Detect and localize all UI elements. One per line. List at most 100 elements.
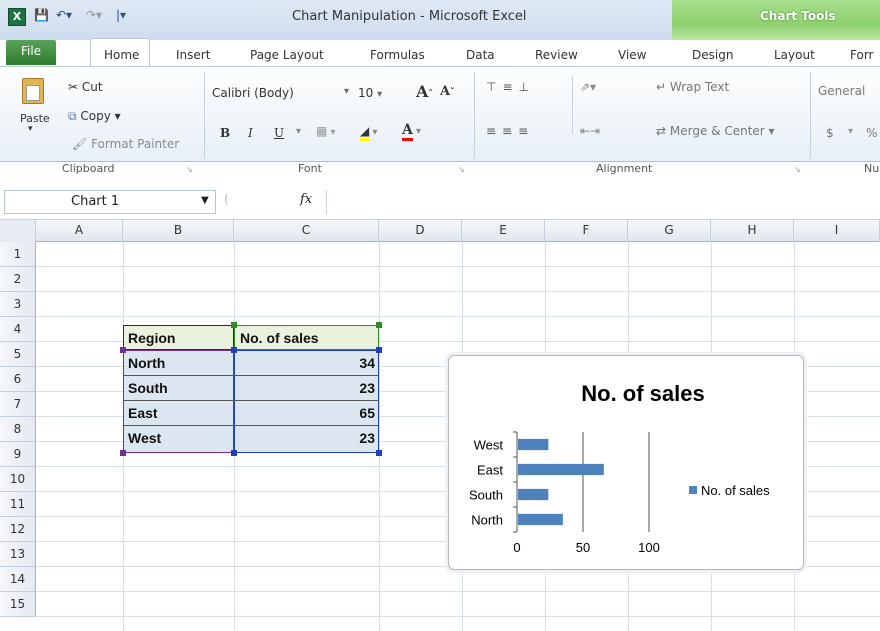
table-header-region[interactable]: Region (124, 326, 179, 351)
wrap-text-button[interactable]: ↵ Wrap Text (656, 80, 729, 94)
range-handle[interactable] (231, 450, 237, 456)
shrink-font-icon[interactable]: Aˇ (440, 84, 455, 99)
vertical-align-icons[interactable]: ⊤≡⊥ (486, 80, 535, 94)
column-header-a[interactable]: A (36, 220, 123, 242)
range-handle[interactable] (376, 347, 382, 353)
chart-object[interactable]: No. of sales 0 50 100 North South East West No. … (448, 355, 804, 570)
cell-region-east[interactable]: East (124, 401, 162, 426)
paste-dropdown-icon[interactable]: ▾ (28, 124, 33, 134)
column-header-i[interactable]: I (794, 220, 880, 242)
format-painter-button[interactable]: 🖌 Format Painter (72, 137, 179, 151)
merge-center-button[interactable]: ⇄ Merge & Center ▾ (656, 124, 775, 138)
currency-dropdown-icon[interactable]: ▾ (848, 126, 853, 137)
row-header-5[interactable]: 5 (0, 342, 36, 367)
column-header-g[interactable]: G (628, 220, 711, 242)
row-header-4[interactable]: 4 (0, 317, 36, 342)
column-header-b[interactable]: B (123, 220, 234, 242)
underline-button[interactable]: U (274, 126, 284, 140)
tab-home[interactable]: Home (104, 48, 139, 62)
excel-app-icon[interactable]: X (8, 8, 26, 26)
formula-input[interactable] (326, 190, 880, 214)
column-header-e[interactable]: E (462, 220, 545, 242)
clipboard-launcher-icon[interactable]: ↘ (186, 165, 193, 174)
range-handle[interactable] (120, 450, 126, 456)
tab-insert[interactable]: Insert (176, 48, 210, 62)
cell-region-north[interactable]: North (124, 351, 169, 376)
row-header-1[interactable]: 1 (0, 242, 36, 267)
underline-dropdown-icon[interactable]: ▾ (296, 126, 301, 137)
row-header-14[interactable]: 14 (0, 567, 36, 592)
range-handle[interactable] (376, 322, 382, 328)
cell-sales-south[interactable]: 23 (234, 376, 379, 401)
name-box[interactable]: Chart 1 ▼ (4, 190, 216, 214)
column-header-d[interactable]: D (379, 220, 462, 242)
indent-icons[interactable]: ⇤⇥ (580, 124, 600, 138)
chart-title: No. of sales (581, 381, 704, 406)
italic-button[interactable]: I (248, 126, 253, 140)
row-header-8[interactable]: 8 (0, 417, 36, 442)
formula-bar-resize-icon[interactable]: ( (224, 192, 229, 206)
tab-file[interactable]: File (6, 40, 56, 65)
column-header-c[interactable]: C (234, 220, 379, 242)
column-header-h[interactable]: H (711, 220, 794, 242)
paste-button[interactable]: Paste (20, 112, 50, 125)
bold-button[interactable]: B (220, 126, 230, 140)
row-header-3[interactable]: 3 (0, 292, 36, 317)
percent-button[interactable]: % (866, 126, 877, 140)
tab-formulas[interactable]: Formulas (370, 48, 425, 62)
tab-view[interactable]: View (618, 48, 646, 62)
cut-button[interactable]: ✂ Cut (68, 80, 103, 94)
fill-color-icon[interactable]: ◢ ▾ (360, 124, 377, 141)
cell-sales-east[interactable]: 65 (234, 401, 379, 426)
row-header-10[interactable]: 10 (0, 467, 36, 492)
grow-font-icon[interactable]: Aˆ (416, 82, 433, 101)
range-handle[interactable] (120, 347, 126, 353)
paste-icon[interactable] (22, 78, 44, 104)
range-handle[interactable] (376, 450, 382, 456)
insert-function-icon[interactable]: fx (300, 192, 312, 207)
row-header-12[interactable]: 12 (0, 517, 36, 542)
table-header-sales[interactable]: No. of sales (236, 326, 323, 351)
font-name-value: Calibri (Body) (212, 86, 294, 100)
currency-button[interactable]: $ (826, 126, 834, 140)
row-header-11[interactable]: 11 (0, 492, 36, 517)
row-header-15[interactable]: 15 (0, 592, 36, 617)
tab-review[interactable]: Review (535, 48, 578, 62)
column-header-f[interactable]: F (545, 220, 628, 242)
tab-layout[interactable]: Layout (774, 48, 815, 62)
font-size-dropdown[interactable]: 10 ▾ (358, 86, 382, 100)
row-header-2[interactable]: 2 (0, 267, 36, 292)
horizontal-align-icons[interactable]: ≡≡≡ (486, 124, 534, 138)
font-launcher-icon[interactable]: ↘ (458, 165, 465, 174)
cell-sales-west[interactable]: 23 (234, 426, 379, 451)
font-color-icon[interactable]: A ▾ (402, 122, 421, 141)
row-header-13[interactable]: 13 (0, 542, 36, 567)
borders-icon[interactable]: ▦ ▾ (316, 124, 336, 138)
y-tick-label: North (471, 513, 503, 528)
customize-qat-icon[interactable]: |▾ (116, 8, 126, 22)
range-handle[interactable] (231, 322, 237, 328)
alignment-launcher-icon[interactable]: ↘ (794, 165, 801, 174)
undo-icon[interactable]: ↶▾ (56, 8, 72, 22)
merge-center-label: Merge & Center ▾ (669, 124, 775, 138)
cell-sales-north[interactable]: 34 (234, 351, 379, 376)
row-header-9[interactable]: 9 (0, 442, 36, 467)
tab-data[interactable]: Data (466, 48, 495, 62)
cell-region-south[interactable]: South (124, 376, 172, 401)
save-icon[interactable]: 💾 (34, 8, 49, 22)
orientation-icon[interactable]: ⇗▾ (580, 80, 596, 94)
number-format-dropdown[interactable]: General (818, 84, 865, 98)
copy-button[interactable]: ⧉ Copy ▾ (68, 109, 121, 124)
name-box-chevron-icon[interactable]: ▼ (201, 195, 209, 206)
range-handle[interactable] (231, 347, 237, 353)
font-name-chevron-icon[interactable]: ▾ (344, 86, 349, 97)
row-header-7[interactable]: 7 (0, 392, 36, 417)
tab-page-layout[interactable]: Page Layout (250, 48, 324, 62)
row-header-6[interactable]: 6 (0, 367, 36, 392)
tab-design[interactable]: Design (692, 48, 733, 62)
select-all-corner[interactable] (0, 220, 36, 242)
font-name-dropdown[interactable]: Calibri (Body) (212, 86, 294, 100)
cell-region-west[interactable]: West (124, 426, 165, 451)
tab-format[interactable]: Forr (850, 48, 873, 62)
redo-icon[interactable]: ↷▾ (86, 8, 102, 22)
